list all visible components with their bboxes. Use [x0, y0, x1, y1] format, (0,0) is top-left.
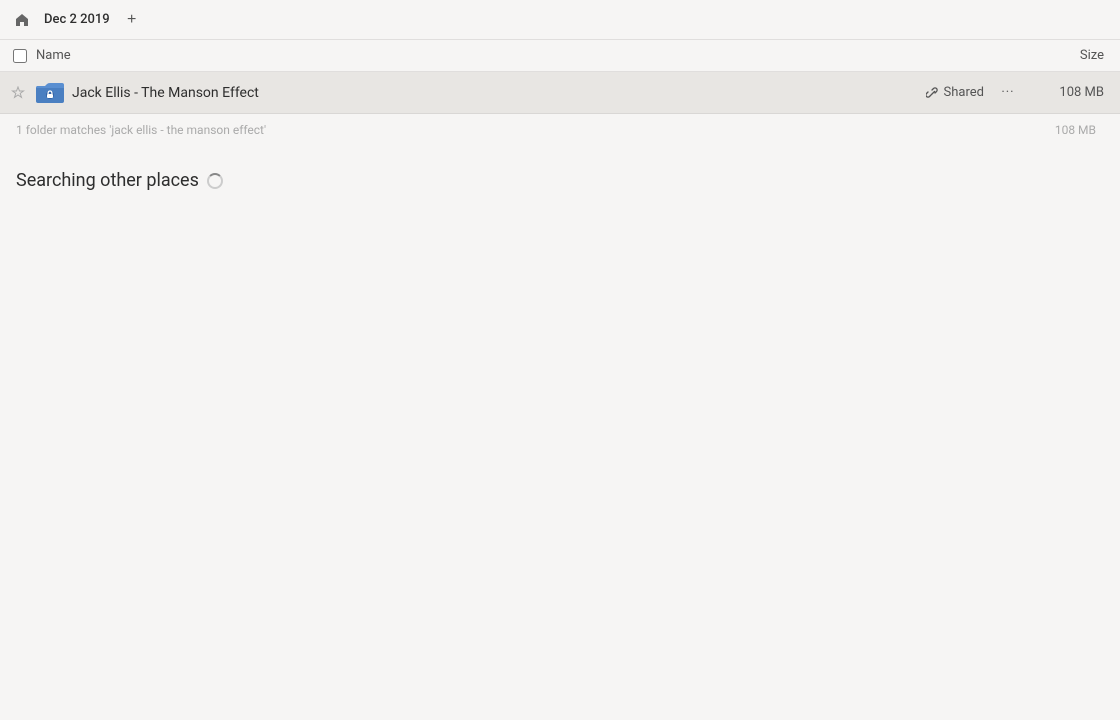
name-column-header: Name: [32, 48, 1032, 63]
searching-label: Searching other places: [16, 170, 1104, 191]
file-name: Jack Ellis - The Manson Effect: [72, 85, 926, 101]
more-options-button[interactable]: ···: [996, 81, 1020, 105]
home-button[interactable]: [8, 6, 36, 34]
summary-row: 1 folder matches 'jack ellis - the manso…: [0, 114, 1120, 146]
file-size: 108 MB: [1032, 85, 1112, 100]
column-header-row: Name Size: [0, 40, 1120, 72]
shared-badge: Shared: [926, 85, 984, 100]
searching-text: Searching other places: [16, 170, 199, 191]
breadcrumb: Dec 2 2019: [44, 12, 110, 27]
size-column-header: Size: [1032, 48, 1112, 63]
summary-text: 1 folder matches 'jack ellis - the manso…: [16, 123, 1055, 137]
summary-size: 108 MB: [1055, 123, 1104, 137]
searching-section: Searching other places: [0, 146, 1120, 215]
link-icon: [926, 86, 940, 100]
folder-icon: [34, 77, 66, 109]
star-button[interactable]: [8, 83, 28, 103]
checkbox-input[interactable]: [13, 49, 27, 63]
select-all-checkbox[interactable]: [8, 49, 32, 63]
top-bar: Dec 2 2019 +: [0, 0, 1120, 40]
new-tab-button[interactable]: +: [118, 6, 146, 34]
shared-label: Shared: [944, 85, 984, 100]
file-list-row[interactable]: Jack Ellis - The Manson Effect Shared ··…: [0, 72, 1120, 114]
loading-spinner: [207, 173, 223, 189]
more-icon: ···: [1001, 85, 1014, 100]
